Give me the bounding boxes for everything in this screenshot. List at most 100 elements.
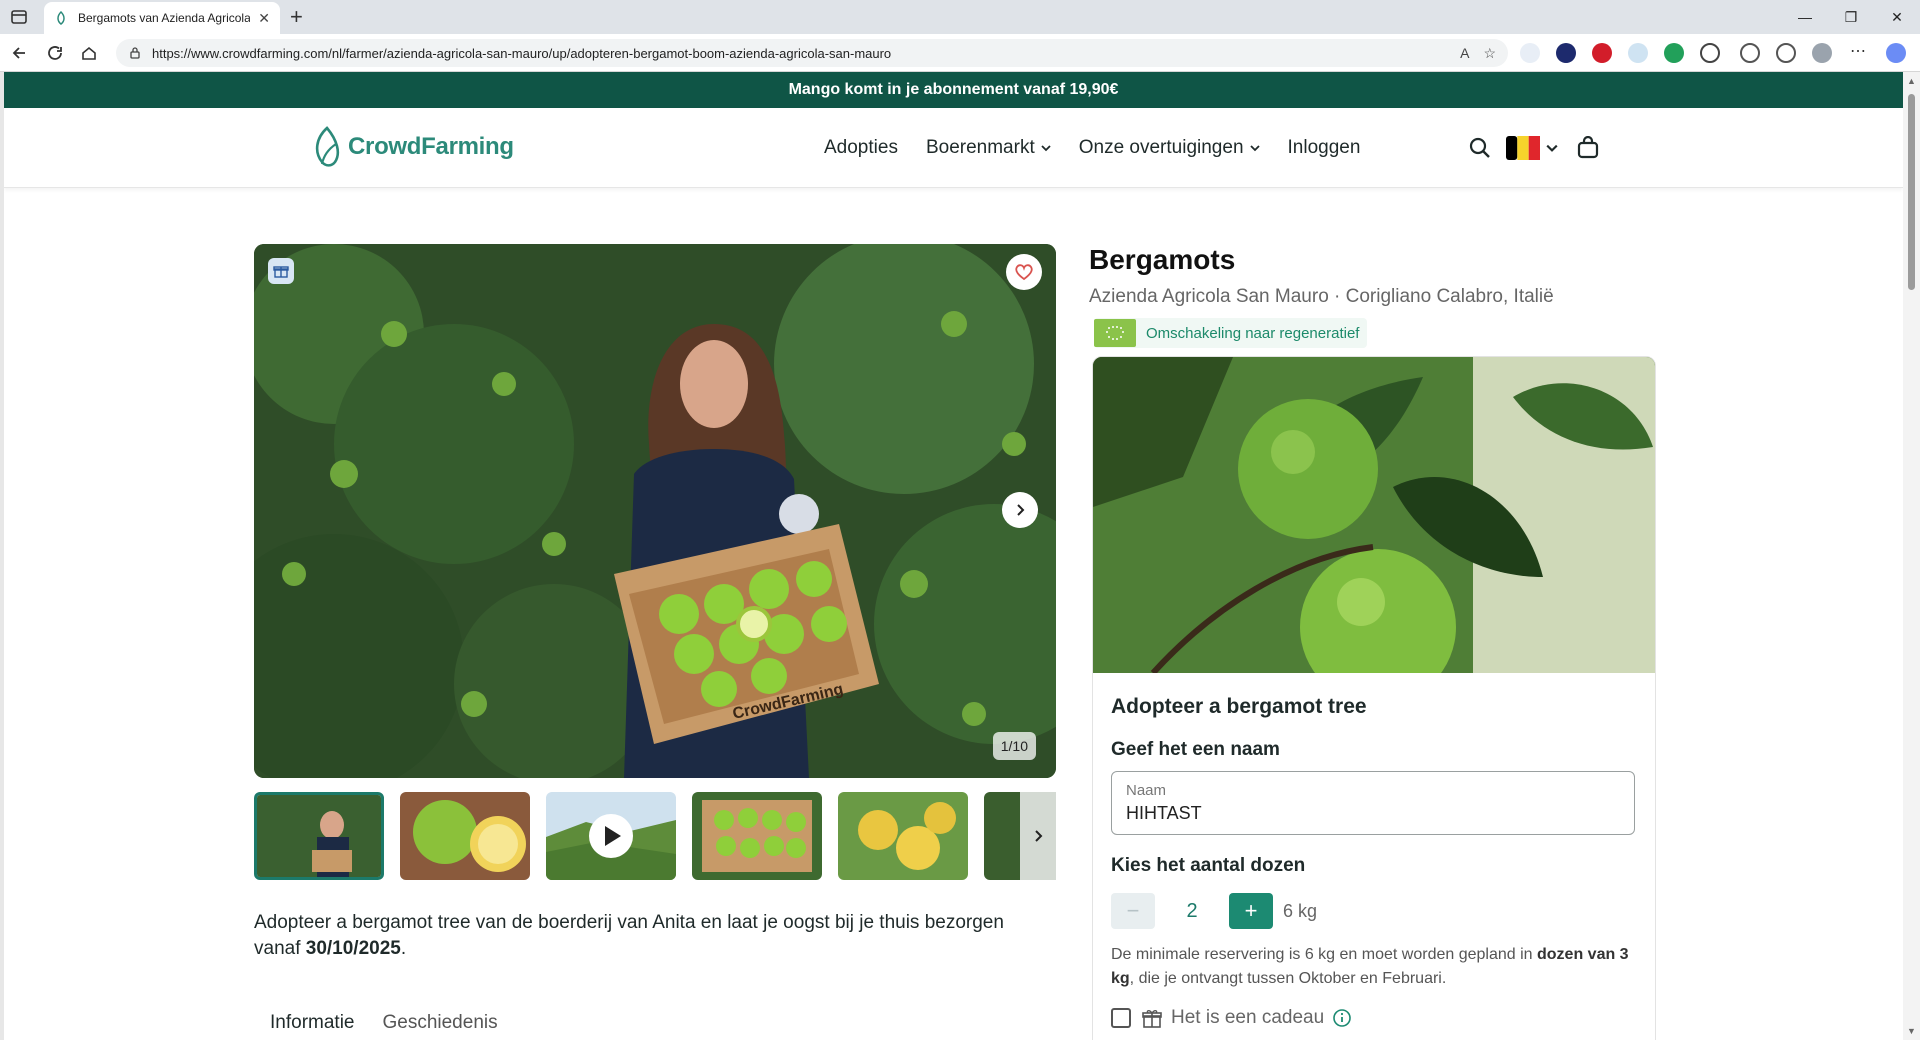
gift-icon xyxy=(1142,1010,1162,1028)
thumbnail-crate-image xyxy=(692,792,822,880)
promo-banner[interactable]: Mango komt in je abonnement vanaf 19,90€ xyxy=(4,72,1903,108)
thumbnail[interactable] xyxy=(838,792,968,880)
read-aloud-icon[interactable]: A xyxy=(1460,45,1469,61)
favorites-icon[interactable] xyxy=(1776,43,1796,63)
nav-adopties[interactable]: Adopties xyxy=(824,137,898,159)
nav-label: Adopties xyxy=(824,137,898,158)
adoption-intro: Adopteer a bergamot tree van de boerderi… xyxy=(254,910,1054,962)
delivery-date: 30/10/2025 xyxy=(305,938,401,959)
language-selector[interactable] xyxy=(1506,136,1558,160)
window-menu-icon[interactable] xyxy=(10,8,28,26)
nav-label: Onze overtuigingen xyxy=(1078,137,1244,158)
site-header: CrowdFarming Adopties Boerenmarkt Onze o… xyxy=(4,108,1903,188)
main-nav: Adopties Boerenmarkt Onze overtuigingen … xyxy=(824,108,1388,188)
minimize-icon[interactable]: — xyxy=(1782,0,1828,34)
extension-icon[interactable] xyxy=(1520,43,1540,63)
chevron-down-icon xyxy=(1041,145,1051,152)
product-gallery[interactable]: CrowdFarming 1/10 xyxy=(254,244,1056,778)
chevron-down-icon xyxy=(1249,145,1260,152)
scroll-up-icon[interactable]: ▲ xyxy=(1907,76,1916,86)
intro-end: . xyxy=(400,938,407,959)
info-tabs: Informatie Geschiedenis xyxy=(270,1012,526,1034)
gift-checkbox[interactable] xyxy=(1111,1008,1131,1028)
gift-option: Het is een cadeau xyxy=(1111,1007,1637,1029)
thumbnail[interactable] xyxy=(692,792,822,880)
heart-icon xyxy=(1015,264,1033,281)
reload-icon[interactable] xyxy=(46,44,64,62)
farmer-with-bergamots-photo: CrowdFarming xyxy=(254,244,1056,778)
decrease-button[interactable]: − xyxy=(1111,893,1155,929)
opera-icon[interactable] xyxy=(1592,43,1612,63)
name-label: Geef het een naam xyxy=(1111,739,1280,760)
profile-avatar-icon[interactable] xyxy=(1812,43,1832,63)
url-text: https://www.crowdfarming.com/nl/farmer/a… xyxy=(152,45,892,61)
gallery-thumbnails xyxy=(254,792,1056,880)
grammarly-icon[interactable] xyxy=(1664,43,1684,63)
chevron-right-icon xyxy=(1017,504,1025,516)
scroll-down-icon[interactable]: ▼ xyxy=(1907,1026,1916,1036)
gift-label: Het is een cadeau xyxy=(1171,1007,1325,1028)
performance-icon[interactable] xyxy=(1740,43,1760,63)
adoption-card: Adopteer a bergamot tree Geef het een na… xyxy=(1092,356,1656,1040)
extension-icon[interactable] xyxy=(1628,43,1648,63)
eu-organic-leaf-icon xyxy=(1094,319,1136,347)
copilot-icon[interactable] xyxy=(1886,43,1906,63)
tab-geschiedenis[interactable]: Geschiedenis xyxy=(382,1012,497,1034)
thumbnail[interactable] xyxy=(254,792,384,880)
nav-boerenmarkt[interactable]: Boerenmarkt xyxy=(926,137,1051,159)
address-bar-row: https://www.crowdfarming.com/nl/farmer/a… xyxy=(0,34,1920,72)
info-icon[interactable] xyxy=(1332,1008,1352,1028)
close-window-icon[interactable]: ✕ xyxy=(1874,0,1920,34)
thumbnail-farmer-image xyxy=(257,795,381,877)
lock-icon xyxy=(130,47,140,59)
favorite-star-icon[interactable]: ☆ xyxy=(1483,45,1496,62)
page-scrollbar[interactable]: ▲ ▼ xyxy=(1903,72,1920,1040)
name-field-label: Naam xyxy=(1126,782,1167,799)
browser-tab[interactable]: Bergamots van Azienda Agricola S ✕ xyxy=(44,2,280,34)
new-tab-icon[interactable]: + xyxy=(290,4,303,30)
close-tab-icon[interactable]: ✕ xyxy=(258,10,270,27)
extension-c-icon[interactable] xyxy=(1556,43,1576,63)
product-title: Bergamots xyxy=(1089,244,1236,275)
product-subtitle: Azienda Agricola San Mauro · Corigliano … xyxy=(1089,286,1554,307)
name-field-value[interactable]: HIHTAST xyxy=(1126,803,1620,824)
increase-button[interactable]: + xyxy=(1229,893,1273,929)
nav-label: Inloggen xyxy=(1287,137,1361,158)
thumbnail-bergamot-halves-image xyxy=(400,792,530,880)
url-field[interactable]: https://www.crowdfarming.com/nl/farmer/a… xyxy=(116,39,1508,67)
site-logo[interactable]: CrowdFarming xyxy=(310,124,514,170)
nav-onze-overtuigingen[interactable]: Onze overtuigingen xyxy=(1079,137,1260,159)
tab-informatie[interactable]: Informatie xyxy=(270,1012,354,1034)
more-menu-icon[interactable]: ⋯ xyxy=(1848,43,1868,63)
search-icon[interactable] xyxy=(1468,136,1492,160)
cart-icon[interactable] xyxy=(1576,136,1600,160)
adoption-heading: Adopteer a bergamot tree xyxy=(1111,695,1367,718)
home-icon[interactable] xyxy=(80,44,98,62)
tab-title: Bergamots van Azienda Agricola S xyxy=(78,11,251,25)
gallery-next-button[interactable] xyxy=(1002,492,1038,528)
chevron-down-icon xyxy=(1546,144,1558,152)
scrollbar-thumb[interactable] xyxy=(1908,94,1915,290)
logo-wordmark: CrowdFarming xyxy=(348,133,514,160)
extensions-puzzle-icon[interactable] xyxy=(1700,43,1720,63)
thumbnail-video[interactable] xyxy=(546,792,676,880)
crowdfarming-logo-icon xyxy=(315,126,340,167)
quantity-weight: 6 kg xyxy=(1283,900,1318,921)
thumbnails-next-button[interactable] xyxy=(1020,792,1056,880)
tree-name-field[interactable]: Naam HIHTAST xyxy=(1111,771,1635,835)
badge-text: Omschakeling naar regeneratief xyxy=(1146,324,1360,342)
thumbnail[interactable] xyxy=(400,792,530,880)
restore-icon[interactable]: ❐ xyxy=(1828,0,1874,34)
note-text: De minimale reservering is 6 kg en moet … xyxy=(1111,946,1537,963)
favorite-button[interactable] xyxy=(1006,254,1042,290)
thumbnail-landscape-image xyxy=(546,792,676,880)
thumbnail-ripe-fruit-image xyxy=(838,792,968,880)
back-icon[interactable] xyxy=(10,44,28,62)
note-text-end: , die je ontvangt tussen Oktober en Febr… xyxy=(1129,970,1447,987)
nav-inloggen[interactable]: Inloggen xyxy=(1288,137,1361,159)
bergamot-tree-photo xyxy=(1093,357,1655,705)
gift-badge xyxy=(268,258,294,284)
belgium-flag-icon xyxy=(1506,136,1540,160)
window-controls: — ❐ ✕ xyxy=(1782,0,1920,34)
quantity-label: Kies het aantal dozen xyxy=(1111,855,1306,876)
